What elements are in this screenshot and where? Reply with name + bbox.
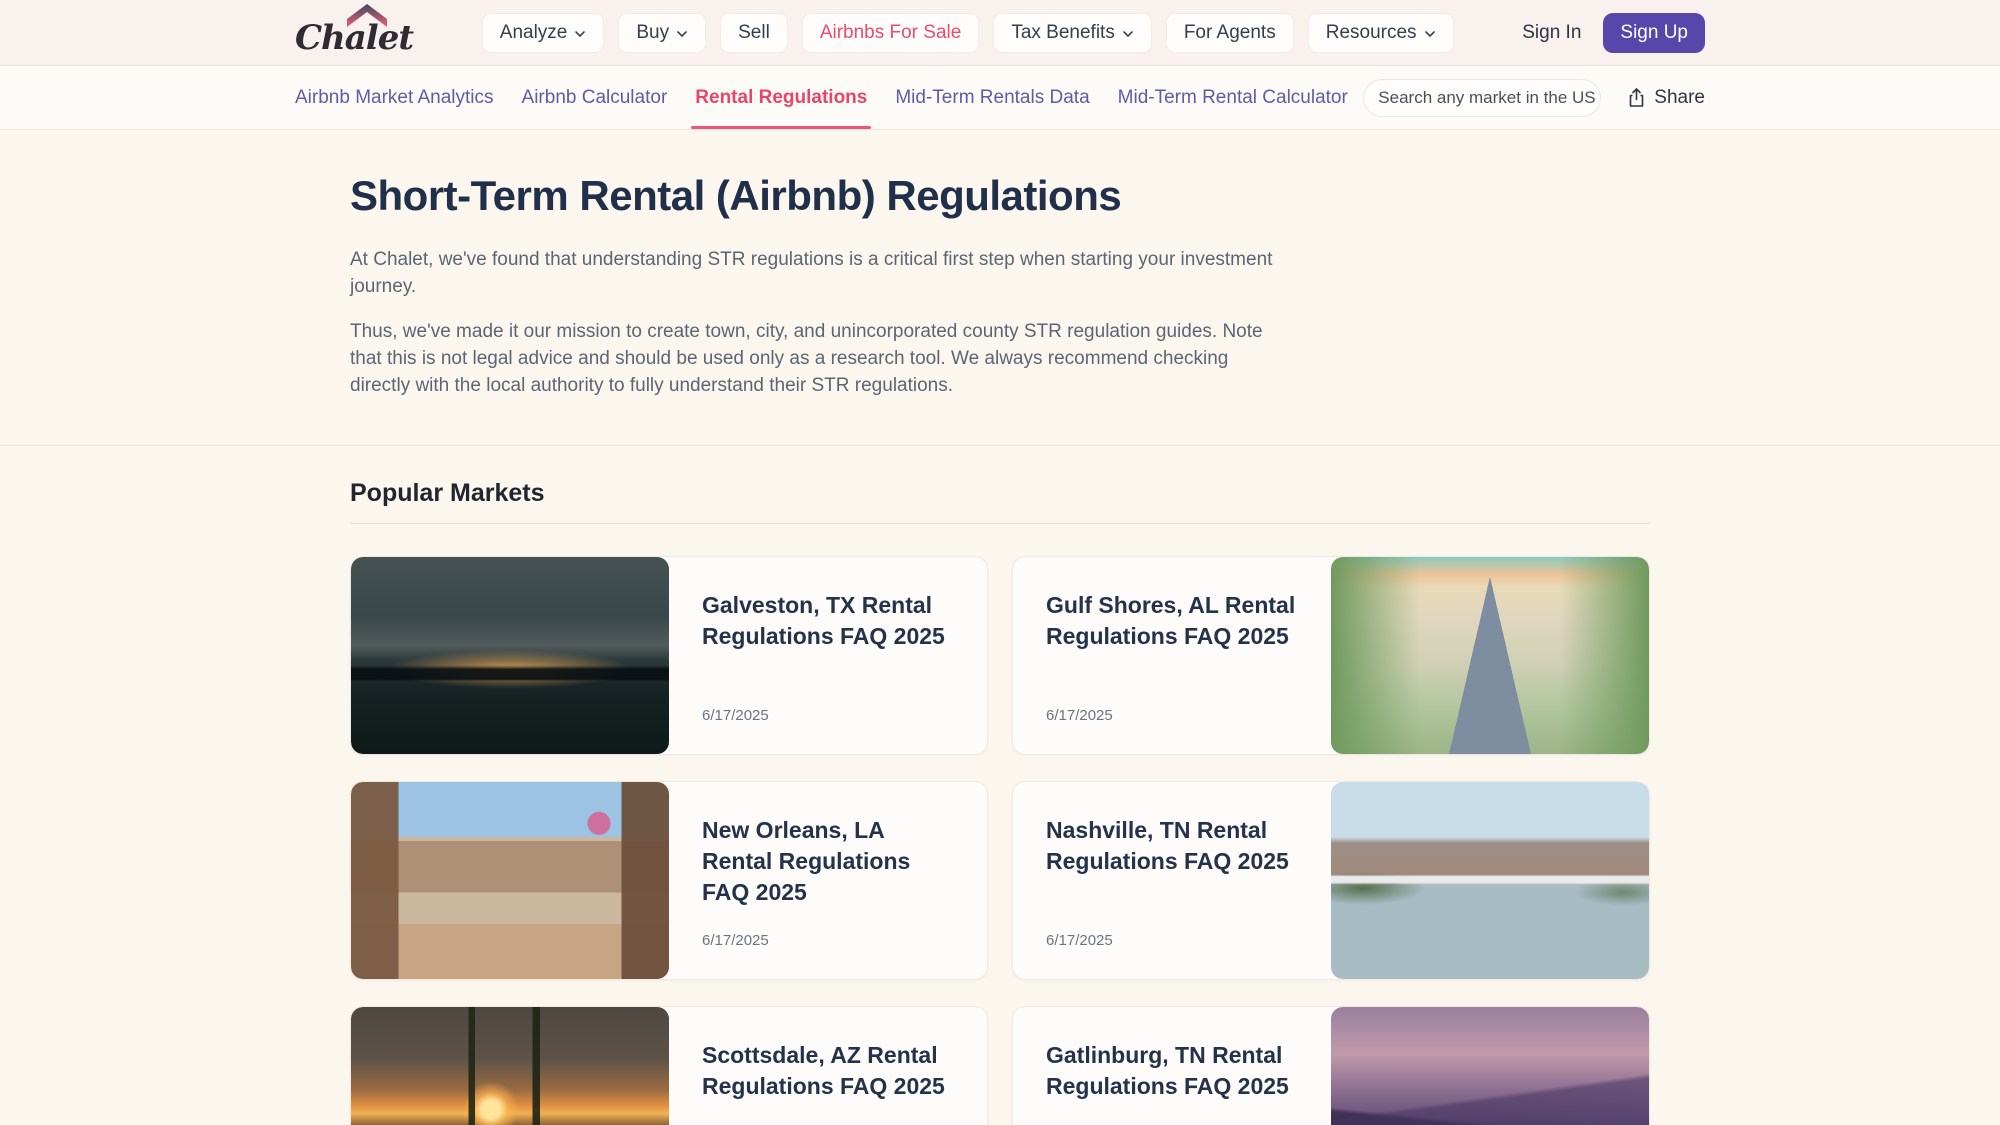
hero-paragraph-1: At Chalet, we've found that understandin…: [350, 246, 1290, 300]
link-mid-term-rental-calculator[interactable]: Mid-Term Rental Calculator: [1118, 66, 1348, 129]
nav-for-agents-label: For Agents: [1184, 22, 1276, 44]
share-icon: [1627, 87, 1646, 108]
market-card-date: 6/17/2025: [702, 707, 769, 724]
nav-tax-benefits-button[interactable]: Tax Benefits: [993, 13, 1152, 53]
market-card-scottsdale[interactable]: Scottsdale, AZ Rental Regulations FAQ 20…: [350, 1006, 988, 1125]
secondary-nav-links: Airbnb Market Analytics Airbnb Calculato…: [295, 66, 1348, 129]
market-card-date: 6/17/2025: [702, 932, 769, 949]
popular-markets-heading: Popular Markets: [350, 479, 1650, 508]
market-card-date: 6/17/2025: [1046, 932, 1113, 949]
main-nav: Analyze Buy Sell Airbnbs For Sale Tax Be…: [482, 13, 1454, 53]
sign-in-link[interactable]: Sign In: [1522, 22, 1581, 44]
market-card-gulf-shores[interactable]: Gulf Shores, AL Rental Regulations FAQ 2…: [1012, 556, 1650, 755]
top-nav-bar: Chalet Analyze Buy Sell Airbnbs For Sale…: [0, 0, 2000, 66]
nav-resources-button[interactable]: Resources: [1308, 13, 1454, 53]
hero-paragraph-2: Thus, we've made it our mission to creat…: [350, 318, 1290, 399]
market-card-title[interactable]: Galveston, TX Rental Regulations FAQ 202…: [702, 590, 952, 652]
market-card-title[interactable]: Nashville, TN Rental Regulations FAQ 202…: [1046, 815, 1296, 877]
market-card-title[interactable]: New Orleans, LA Rental Regulations FAQ 2…: [702, 815, 952, 908]
sign-up-button[interactable]: Sign Up: [1603, 13, 1705, 53]
nashville-skyline-image: [1331, 782, 1649, 979]
chevron-down-icon: [676, 30, 688, 38]
market-card-new-orleans[interactable]: New Orleans, LA Rental Regulations FAQ 2…: [350, 781, 988, 980]
scottsdale-desert-image: [351, 1007, 669, 1125]
gatlinburg-mountains-image: [1331, 1007, 1649, 1125]
share-label: Share: [1654, 87, 1705, 109]
page-title: Short-Term Rental (Airbnb) Regulations: [350, 172, 1650, 220]
nav-for-agents-button[interactable]: For Agents: [1166, 13, 1294, 53]
market-card-title[interactable]: Gulf Shores, AL Rental Regulations FAQ 2…: [1046, 590, 1296, 652]
market-card-date: 6/17/2025: [1046, 707, 1113, 724]
section-divider: [350, 523, 1650, 524]
new-orleans-street-image: [351, 782, 669, 979]
galveston-pier-image: [351, 557, 669, 754]
market-card-gatlinburg[interactable]: Gatlinburg, TN Rental Regulations FAQ 20…: [1012, 1006, 1650, 1125]
link-airbnb-calculator[interactable]: Airbnb Calculator: [522, 66, 668, 129]
link-mid-term-rentals-data[interactable]: Mid-Term Rentals Data: [895, 66, 1089, 129]
market-card-title[interactable]: Gatlinburg, TN Rental Regulations FAQ 20…: [1046, 1040, 1296, 1102]
link-rental-regulations[interactable]: Rental Regulations: [695, 66, 867, 129]
chevron-down-icon: [1424, 30, 1436, 38]
nav-airbnbs-for-sale-label: Airbnbs For Sale: [820, 22, 962, 44]
market-search-box: [1363, 79, 1601, 117]
chalet-logo[interactable]: Chalet: [295, 8, 413, 58]
nav-analyze-button[interactable]: Analyze: [482, 13, 605, 53]
auth-area: Sign In Sign Up: [1522, 13, 1705, 53]
chevron-down-icon: [574, 30, 586, 38]
nav-analyze-label: Analyze: [500, 22, 568, 44]
market-card-nashville[interactable]: Nashville, TN Rental Regulations FAQ 202…: [1012, 781, 1650, 980]
roof-icon: [347, 4, 387, 28]
nav-sell-button[interactable]: Sell: [720, 13, 788, 53]
market-cards-grid: Galveston, TX Rental Regulations FAQ 202…: [350, 556, 1650, 1125]
secondary-nav-bar: Airbnb Market Analytics Airbnb Calculato…: [0, 66, 2000, 130]
gulf-shores-boardwalk-image: [1331, 557, 1649, 754]
market-search-input[interactable]: [1378, 88, 1599, 108]
nav-sell-label: Sell: [738, 22, 770, 44]
popular-markets-section: Popular Markets Galveston, TX Rental Reg…: [0, 446, 2000, 1125]
market-card-galveston[interactable]: Galveston, TX Rental Regulations FAQ 202…: [350, 556, 988, 755]
market-card-title[interactable]: Scottsdale, AZ Rental Regulations FAQ 20…: [702, 1040, 952, 1102]
chevron-down-icon: [1122, 30, 1134, 38]
nav-buy-button[interactable]: Buy: [618, 13, 706, 53]
share-button[interactable]: Share: [1627, 87, 1705, 109]
nav-tax-benefits-label: Tax Benefits: [1011, 22, 1115, 44]
nav-buy-label: Buy: [636, 22, 669, 44]
nav-resources-label: Resources: [1326, 22, 1417, 44]
link-airbnb-market-analytics[interactable]: Airbnb Market Analytics: [295, 66, 494, 129]
hero-section: Short-Term Rental (Airbnb) Regulations A…: [0, 130, 2000, 446]
nav-airbnbs-for-sale-button[interactable]: Airbnbs For Sale: [802, 13, 980, 53]
